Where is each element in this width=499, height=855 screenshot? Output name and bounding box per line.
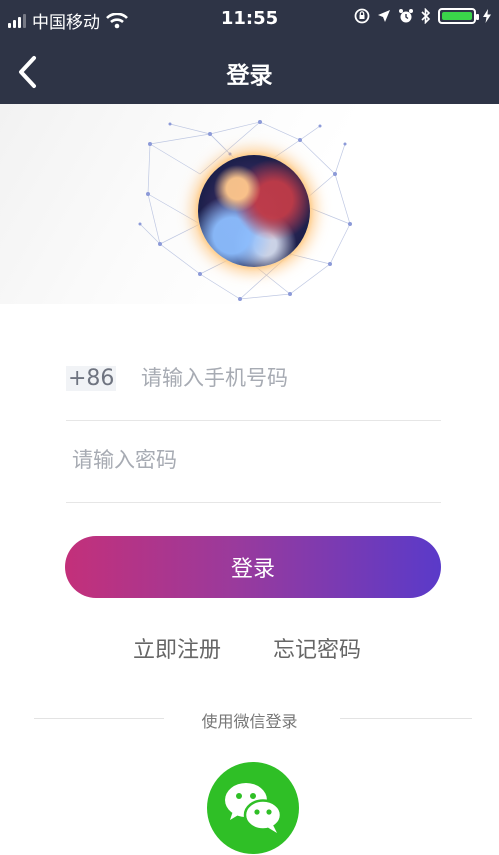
page-title: 登录 — [226, 63, 273, 89]
social-login-divider: 使用微信登录 — [0, 706, 499, 731]
social-login-label: 使用微信登录 — [201, 712, 298, 731]
wechat-login-button[interactable] — [207, 762, 299, 854]
status-bar: 中国移动 11:55 — [0, 0, 499, 40]
navigation-bar: 登录 — [0, 40, 499, 104]
phone-input[interactable] — [141, 358, 441, 398]
phone-field: +86 — [66, 340, 441, 421]
divider-line-right — [340, 718, 472, 719]
wechat-icon — [225, 783, 283, 833]
password-field — [66, 420, 441, 503]
charging-bolt-icon — [483, 9, 491, 23]
hero-banner — [0, 104, 499, 304]
account-links: 立即注册 忘记密码 — [0, 632, 499, 668]
battery-icon — [438, 8, 479, 24]
forgot-password-link[interactable]: 忘记密码 — [273, 632, 361, 664]
register-link[interactable]: 立即注册 — [133, 632, 221, 664]
password-input[interactable] — [72, 420, 437, 500]
orientation-lock-icon — [354, 8, 370, 24]
bluetooth-icon — [421, 8, 431, 24]
login-button[interactable]: 登录 — [65, 536, 441, 598]
app-logo-planet — [198, 155, 310, 267]
location-arrow-icon — [378, 10, 390, 22]
status-icons — [354, 8, 491, 24]
country-code[interactable]: +86 — [66, 366, 117, 391]
alarm-icon — [399, 9, 413, 23]
back-arrow-icon[interactable] — [12, 52, 48, 92]
top-bar: 中国移动 11:55 登录 — [0, 0, 499, 104]
